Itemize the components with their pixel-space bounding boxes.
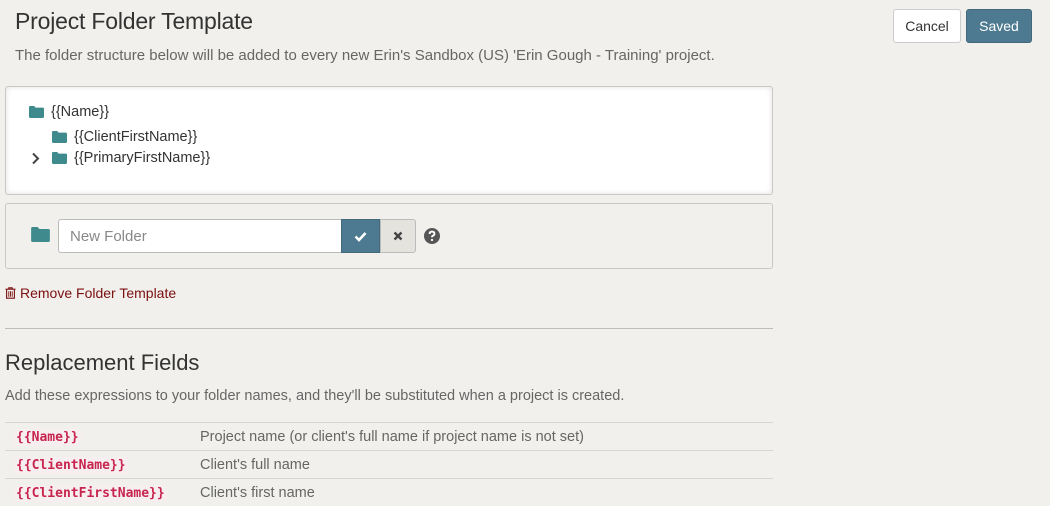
page-title: Project Folder Template xyxy=(15,8,253,35)
table-row: {{Name}} Project name (or client's full … xyxy=(5,423,773,451)
tree-node-client-first-name[interactable]: {{ClientFirstName}} xyxy=(52,129,197,145)
field-description: Client's full name xyxy=(200,451,773,479)
folder-icon xyxy=(29,106,44,118)
check-icon xyxy=(354,231,367,242)
help-icon[interactable] xyxy=(424,228,440,244)
field-description: Project name (or client's full name if p… xyxy=(200,423,773,451)
saved-button-label: Saved xyxy=(979,18,1019,34)
replacement-fields-title: Replacement Fields xyxy=(5,350,199,376)
chevron-right-icon[interactable] xyxy=(31,152,40,165)
field-code: {{ClientFirstName}} xyxy=(14,485,167,502)
field-description: Client's first name xyxy=(200,479,773,506)
tree-node-root[interactable]: {{Name}} xyxy=(29,104,109,120)
remove-folder-template-label: Remove Folder Template xyxy=(20,285,176,301)
cancel-button-label: Cancel xyxy=(905,18,949,34)
tree-node-label: {{PrimaryFirstName}} xyxy=(74,150,210,166)
tree-node-label: {{Name}} xyxy=(51,104,109,120)
trash-icon xyxy=(5,287,16,299)
tree-node-label: {{ClientFirstName}} xyxy=(74,129,197,145)
folder-icon xyxy=(52,152,67,164)
table-row: {{ClientName}} Client's full name xyxy=(5,451,773,479)
tree-node-primary-first-name[interactable]: {{PrimaryFirstName}} xyxy=(52,150,210,166)
folder-icon xyxy=(52,131,67,143)
replacement-fields-table: {{Name}} Project name (or client's full … xyxy=(5,422,773,506)
table-row: {{ClientFirstName}} Client's first name xyxy=(5,479,773,506)
clear-folder-input-button[interactable] xyxy=(380,219,416,253)
section-divider xyxy=(5,328,773,329)
cancel-button[interactable]: Cancel xyxy=(893,9,961,43)
folder-icon xyxy=(31,227,50,242)
remove-folder-template-link[interactable]: Remove Folder Template xyxy=(5,285,176,301)
saved-button[interactable]: Saved xyxy=(966,9,1032,43)
replacement-fields-description: Add these expressions to your folder nam… xyxy=(5,388,624,404)
confirm-add-folder-button[interactable] xyxy=(341,219,380,253)
field-code: {{Name}} xyxy=(14,429,81,446)
field-code: {{ClientName}} xyxy=(14,457,128,474)
page-subtitle: The folder structure below will be added… xyxy=(15,47,715,64)
close-icon xyxy=(393,231,403,241)
new-folder-input[interactable] xyxy=(58,219,341,253)
